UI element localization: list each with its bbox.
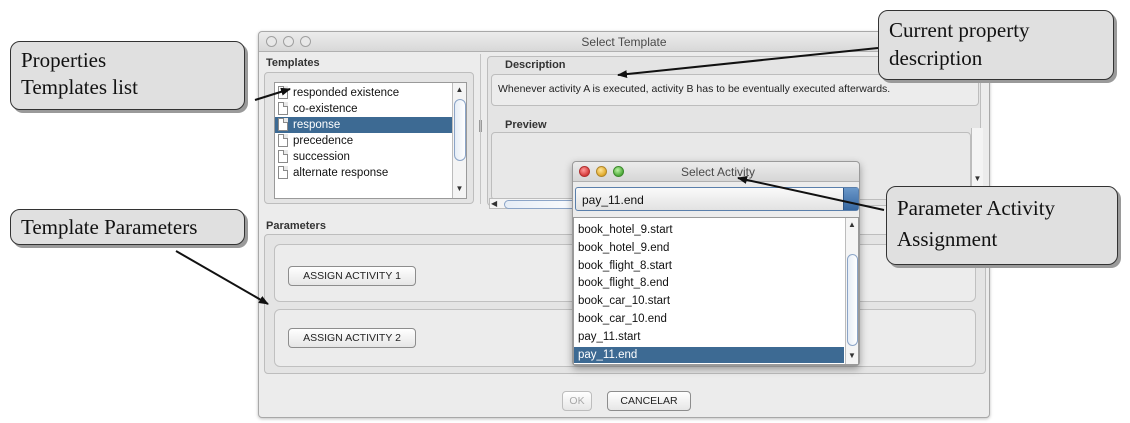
arrow-to-parameters: [175, 250, 269, 305]
arrow-to-description: [617, 47, 879, 79]
arrow-to-activity-combobox: [737, 176, 885, 211]
callout-arrows: [175, 47, 885, 305]
arrow-to-templates-list: [254, 87, 291, 101]
